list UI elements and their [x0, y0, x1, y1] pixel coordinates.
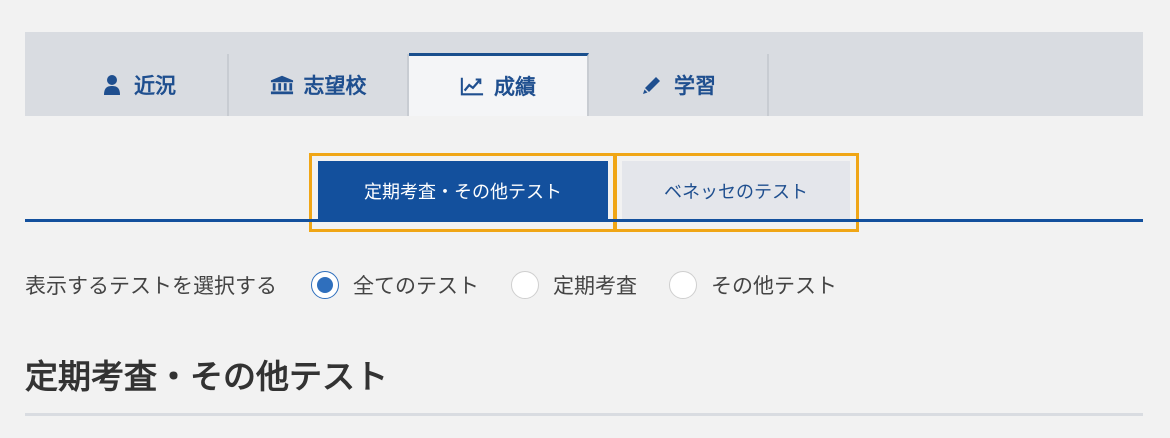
- tab-study[interactable]: 学習: [589, 54, 769, 116]
- radio-button-checked[interactable]: [311, 271, 339, 299]
- radio-all-tests[interactable]: 全てのテスト: [311, 270, 479, 300]
- section-divider: [25, 413, 1143, 416]
- radio-label: 定期考査: [553, 274, 637, 298]
- pencil-icon: [640, 73, 664, 97]
- subtab-underline: [25, 219, 1143, 222]
- person-icon: [100, 73, 124, 97]
- radio-button[interactable]: [669, 271, 697, 299]
- tab-grades[interactable]: 成績: [409, 53, 589, 116]
- tab-recent-status[interactable]: 近況: [49, 54, 229, 116]
- test-filter: 表示するテストを選択する 全てのテスト 定期考査 その他テスト: [25, 264, 869, 306]
- tab-label: 成績: [494, 75, 536, 99]
- radio-label: その他テスト: [711, 274, 837, 298]
- tab-label: 近況: [134, 74, 176, 98]
- tab-label: 学習: [674, 74, 716, 98]
- tab-target-school[interactable]: 志望校: [229, 54, 409, 116]
- radio-label: 全てのテスト: [353, 274, 479, 298]
- section-title: 定期考査・その他テスト: [25, 357, 388, 396]
- filter-label: 表示するテストを選択する: [25, 274, 277, 298]
- institution-icon: [270, 73, 294, 97]
- radio-periodic-exams[interactable]: 定期考査: [511, 270, 637, 300]
- radio-button[interactable]: [511, 271, 539, 299]
- main-tab-bar: 近況 志望校 成績 学習: [25, 32, 1143, 116]
- tab-label: 志望校: [303, 74, 367, 98]
- line-chart-icon: [460, 74, 484, 98]
- radio-other-tests[interactable]: その他テスト: [669, 270, 837, 300]
